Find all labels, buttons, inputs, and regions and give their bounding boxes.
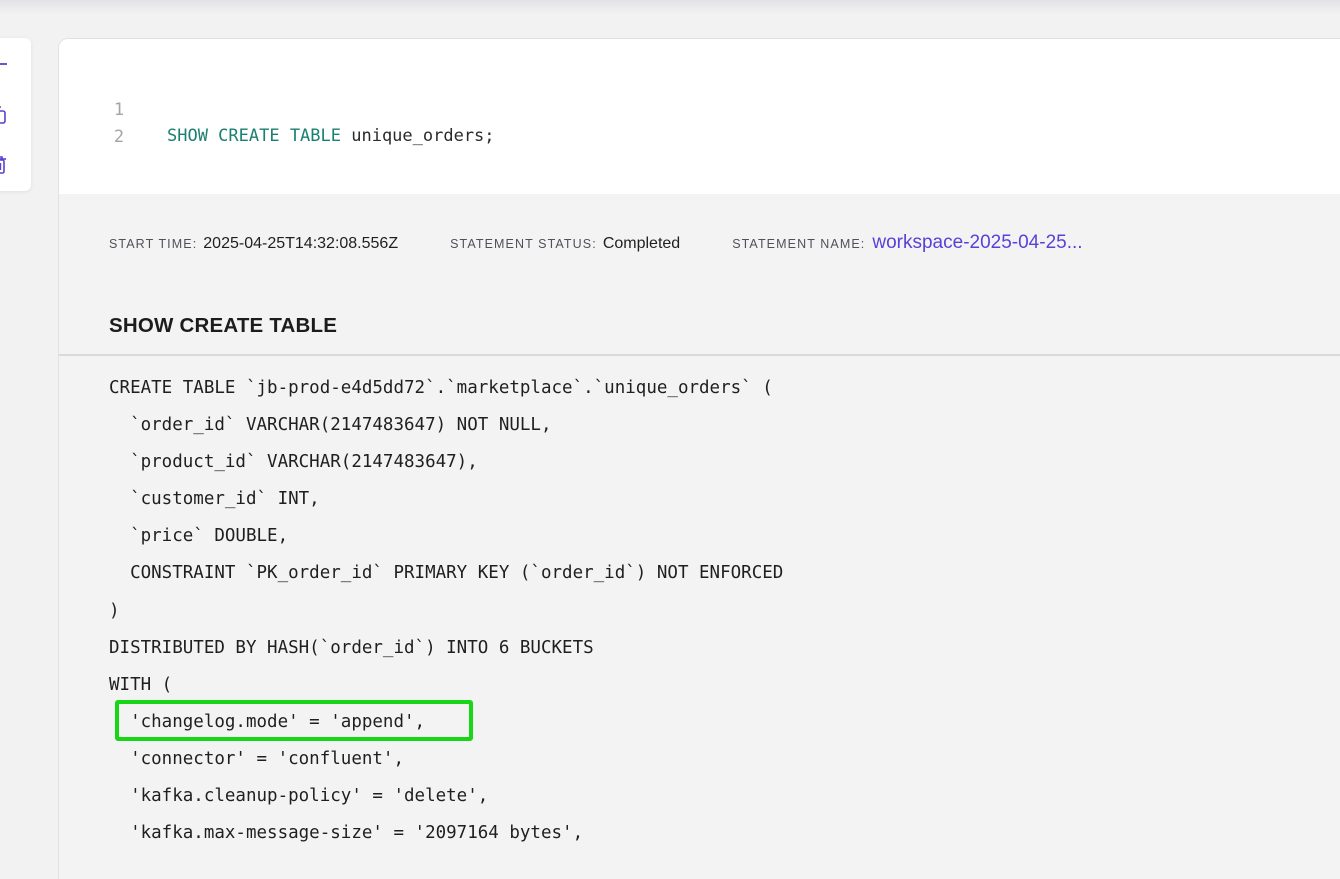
ddl-line: ): [109, 600, 120, 621]
start-time-label: START TIME:: [109, 237, 198, 251]
sql-editor[interactable]: 1 SHOW CREATE TABLE unique_orders; 2: [59, 39, 1340, 194]
ddl-line: CONSTRAINT `PK_order_id` PRIMARY KEY (`o…: [109, 563, 784, 584]
statement-name-label: STATEMENT NAME:: [732, 237, 866, 251]
statement-name-link[interactable]: workspace-2025-04-25...: [872, 232, 1082, 254]
start-time-value: 2025-04-25T14:32:08.556Z: [203, 235, 399, 252]
ddl-line: `product_id` VARCHAR(2147483647),: [109, 452, 478, 473]
ddl-line: `price` DOUBLE,: [109, 526, 289, 547]
copy-icon: [0, 106, 6, 124]
line-number: 2: [113, 127, 125, 147]
code-line-2[interactable]: 2: [59, 98, 124, 147]
ddl-line: `customer_id` INT,: [109, 489, 320, 510]
ddl-line: 'kafka.cleanup-policy' = 'delete',: [109, 786, 489, 807]
trash-icon: [0, 156, 6, 174]
ddl-line: 'kafka.max-message-size' = '2097164 byte…: [109, 823, 584, 844]
highlight-box: [115, 700, 473, 741]
ddl-line: 'connector' = 'confluent',: [109, 748, 405, 769]
ddl-line: CREATE TABLE `jb-prod-e4d5dd72`.`marketp…: [109, 378, 773, 398]
ddl-output: CREATE TABLE `jb-prod-e4d5dd72`.`marketp…: [109, 370, 783, 852]
duplicate-cell-button[interactable]: [0, 103, 10, 127]
cell-toolbar: [0, 38, 31, 191]
result-title: SHOW CREATE TABLE: [109, 314, 338, 337]
status-value: Completed: [602, 235, 681, 252]
status-label: STATEMENT STATUS:: [450, 237, 597, 251]
add-cell-button[interactable]: [0, 52, 10, 76]
ddl-line: `order_id` VARCHAR(2147483647) NOT NULL,: [109, 415, 552, 436]
sql-keyword: SHOW CREATE TABLE: [167, 126, 341, 146]
sql-cell: 1 SHOW CREATE TABLE unique_orders; 2 STA…: [58, 38, 1340, 879]
code-text[interactable]: SHOW CREATE TABLE unique_orders;: [167, 123, 495, 149]
code-line-1[interactable]: 1 SHOW CREATE TABLE unique_orders;: [59, 71, 495, 146]
results-panel: START TIME: 2025-04-25T14:32:08.556Z STA…: [59, 194, 1340, 879]
statement-meta: START TIME: 2025-04-25T14:32:08.556Z STA…: [109, 232, 1083, 256]
delete-cell-button[interactable]: [0, 153, 10, 177]
ddl-line: WITH (: [109, 674, 173, 695]
sql-identifier: unique_orders;: [341, 126, 495, 146]
plus-icon: [0, 63, 7, 65]
divider: [59, 354, 1340, 356]
ddl-line: DISTRIBUTED BY HASH(`order_id`) INTO 6 B…: [109, 637, 594, 658]
top-shadow: [0, 0, 1340, 14]
